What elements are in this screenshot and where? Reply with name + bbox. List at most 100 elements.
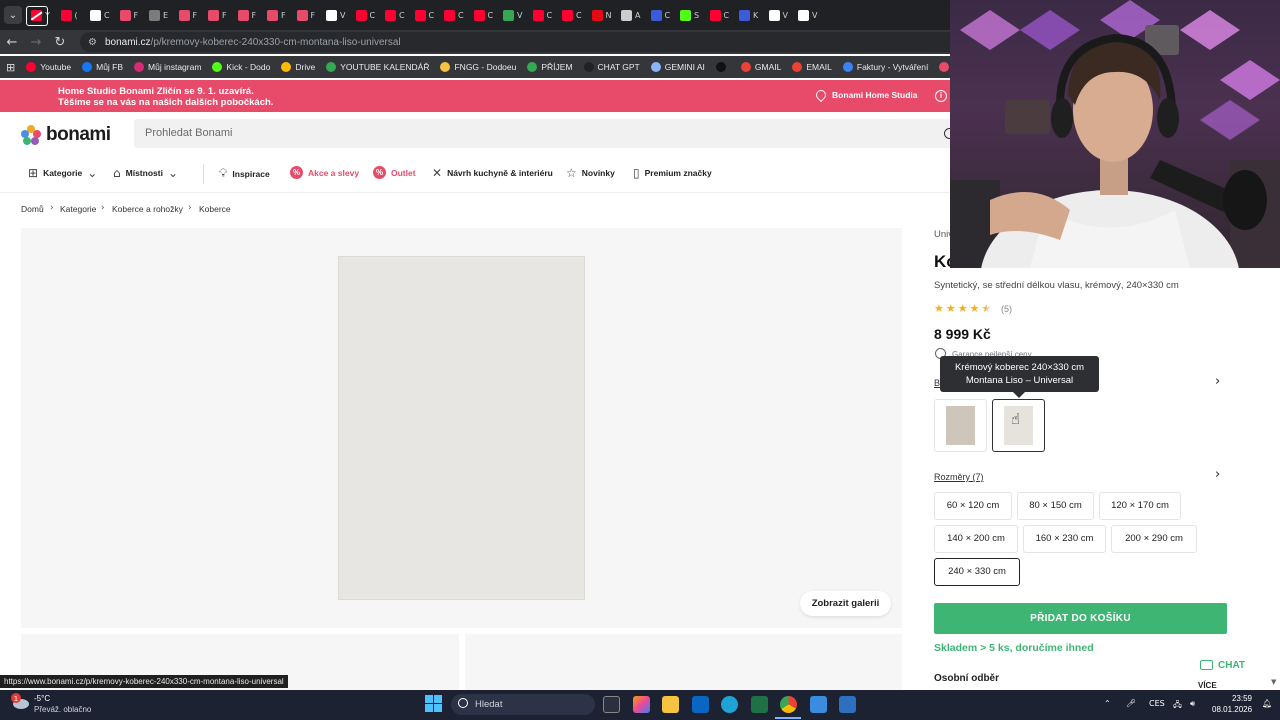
product-image[interactable] xyxy=(338,256,585,600)
size-option[interactable]: 140 × 200 cm xyxy=(934,525,1018,553)
rating-stars[interactable]: ★ ★ ★ ★ ★ xyxy=(934,302,991,315)
chrome-icon[interactable] xyxy=(780,696,797,713)
taskbar-search-input[interactable]: Hledat xyxy=(451,694,595,715)
browser-tab[interactable]: C xyxy=(87,4,117,26)
chat-button[interactable]: CHAT xyxy=(1200,654,1245,676)
browser-tab[interactable]: C xyxy=(412,4,442,26)
edge-icon[interactable] xyxy=(721,696,738,713)
browser-tab[interactable]: C xyxy=(353,4,383,26)
show-gallery-button[interactable]: Zobrazit galerii xyxy=(800,591,891,616)
review-count[interactable]: (5) xyxy=(1001,304,1012,314)
size-option[interactable]: 60 × 120 cm xyxy=(934,492,1012,520)
chevron-right-icon[interactable]: › xyxy=(1215,467,1220,482)
browser-tab[interactable]: ( xyxy=(58,4,88,26)
browser-tab[interactable]: F xyxy=(294,4,324,26)
browser-tab[interactable]: F xyxy=(205,4,235,26)
browser-tab[interactable]: V xyxy=(323,4,353,26)
personal-pickup[interactable]: Osobní odběr xyxy=(934,673,999,684)
reload-icon[interactable]: ↻ xyxy=(48,35,72,50)
breadcrumb-koberce-rohozky[interactable]: Koberce a rohožky xyxy=(112,204,183,214)
bookmark-item[interactable]: FNGG - Dodoeu xyxy=(440,62,516,72)
browser-tab[interactable]: F xyxy=(117,4,147,26)
bookmark-item[interactable]: Můj instagram xyxy=(134,62,201,72)
browser-tab[interactable]: C xyxy=(648,4,678,26)
browser-tab[interactable]: A xyxy=(618,4,648,26)
breadcrumb-kategorie[interactable]: Kategorie xyxy=(60,204,96,214)
task-view-icon[interactable] xyxy=(603,696,620,713)
bookmark-item[interactable]: Drive xyxy=(281,62,315,72)
forward-icon[interactable]: → xyxy=(24,35,48,50)
home-studio-link[interactable]: Bonami Home Studia xyxy=(813,87,917,103)
browser-tab[interactable]: E xyxy=(146,4,176,26)
browser-tab[interactable]: C xyxy=(441,4,471,26)
nav-premium[interactable]: ▯ Premium značky xyxy=(633,166,712,180)
size-option[interactable]: 120 × 170 cm xyxy=(1099,492,1181,520)
size-option-selected[interactable]: 240 × 330 cm xyxy=(934,558,1020,586)
nav-mistnosti[interactable]: ⌂ Místnosti ⌄ xyxy=(113,166,178,180)
copilot-icon[interactable] xyxy=(633,696,650,713)
browser-tab[interactable]: C xyxy=(382,4,412,26)
site-info-icon[interactable]: ⚙ xyxy=(88,37,97,48)
nav-outlet[interactable]: % Outlet xyxy=(373,166,416,179)
chevron-up-icon[interactable]: ⌃ xyxy=(1104,699,1111,708)
bookmark-item[interactable]: GMAIL xyxy=(740,62,781,72)
bookmark-item[interactable]: GEMINI AI xyxy=(650,62,705,72)
back-icon[interactable]: ← xyxy=(0,35,24,50)
variant-swatch-beige[interactable] xyxy=(934,399,987,452)
weather-icon[interactable]: 1 xyxy=(10,693,30,716)
bookmark-item[interactable]: CHAT GPT xyxy=(583,62,640,72)
language-indicator[interactable]: CES xyxy=(1149,699,1165,708)
browser-tab[interactable]: V xyxy=(766,4,796,26)
apps-icon[interactable]: ⊞ xyxy=(6,61,15,74)
file-explorer-icon[interactable] xyxy=(662,696,679,713)
gallery-thumb[interactable] xyxy=(465,634,902,690)
microphone-icon[interactable]: 🎤︎ xyxy=(1126,699,1136,708)
url-field[interactable]: ⚙ bonami.cz /p/kremovy-koberec-240x330-c… xyxy=(80,32,960,52)
app-icon[interactable] xyxy=(839,696,856,713)
bookmark-item[interactable]: Můj FB xyxy=(82,62,123,72)
browser-tab[interactable]: N xyxy=(589,4,619,26)
browser-tab[interactable]: F xyxy=(235,4,265,26)
browser-tab[interactable]: V xyxy=(795,4,825,26)
browser-tab[interactable]: F xyxy=(264,4,294,26)
bookmark-item[interactable]: EMAIL xyxy=(792,62,832,72)
site-logo[interactable]: bonami xyxy=(21,124,111,146)
size-option[interactable]: 200 × 290 cm xyxy=(1111,525,1197,553)
nav-inspirace[interactable]: 💡︎ Inspirace xyxy=(219,166,270,181)
browser-tab[interactable]: V xyxy=(500,4,530,26)
terminal-icon[interactable] xyxy=(751,696,768,713)
browser-tab[interactable]: C xyxy=(471,4,501,26)
tab-search-icon[interactable]: ⌄ xyxy=(4,6,22,24)
more-link[interactable]: VÍCE xyxy=(1198,681,1217,690)
browser-tab[interactable]: K xyxy=(736,4,766,26)
browser-tab[interactable]: C xyxy=(707,4,737,26)
weather-temp[interactable]: -5°C xyxy=(34,694,50,703)
bookmark-item[interactable]: Youtube xyxy=(26,62,71,72)
sizes-label[interactable]: Rozměry (7) xyxy=(934,472,984,482)
nav-navrh[interactable]: ✕ Návrh kuchyně & interiéru xyxy=(432,166,553,180)
breadcrumb-koberce[interactable]: Koberce xyxy=(199,204,231,214)
size-option[interactable]: 80 × 150 cm xyxy=(1017,492,1094,520)
bookmark-item[interactable] xyxy=(715,62,730,72)
browser-tab[interactable]: C xyxy=(530,4,560,26)
browser-tab[interactable]: C xyxy=(559,4,589,26)
clock-date[interactable]: 08.01.2026 xyxy=(1212,705,1252,714)
clock-time[interactable]: 23:59 xyxy=(1224,694,1252,703)
bookmark-item[interactable]: YOUTUBE KALENDÁŘ xyxy=(326,62,429,72)
chevron-right-icon[interactable]: › xyxy=(1215,374,1220,389)
nav-akce[interactable]: % Akce a slevy xyxy=(290,166,359,179)
network-icon[interactable]: 🖧 xyxy=(1173,699,1182,713)
weather-condition[interactable]: Převáž. oblačno xyxy=(34,705,91,714)
bookmark-item[interactable]: Kick - Dodo xyxy=(212,62,270,72)
browser-tab[interactable]: S xyxy=(677,4,707,26)
outlook-icon[interactable] xyxy=(692,696,709,713)
browser-tab[interactable]: F xyxy=(176,4,206,26)
notifications-icon[interactable]: 🔔︎ xyxy=(1262,699,1272,708)
nav-novinky[interactable]: ☆ Novinky xyxy=(566,166,615,180)
volume-icon[interactable]: 🔊︎ xyxy=(1190,699,1195,709)
scroll-down-icon[interactable]: ▼ xyxy=(1271,678,1276,686)
app-icon[interactable] xyxy=(810,696,827,713)
info-icon[interactable]: i xyxy=(935,90,947,102)
nav-kategorie[interactable]: ⊞ Kategorie ⌄ xyxy=(28,166,97,180)
breadcrumb-home[interactable]: Domů xyxy=(21,204,44,214)
